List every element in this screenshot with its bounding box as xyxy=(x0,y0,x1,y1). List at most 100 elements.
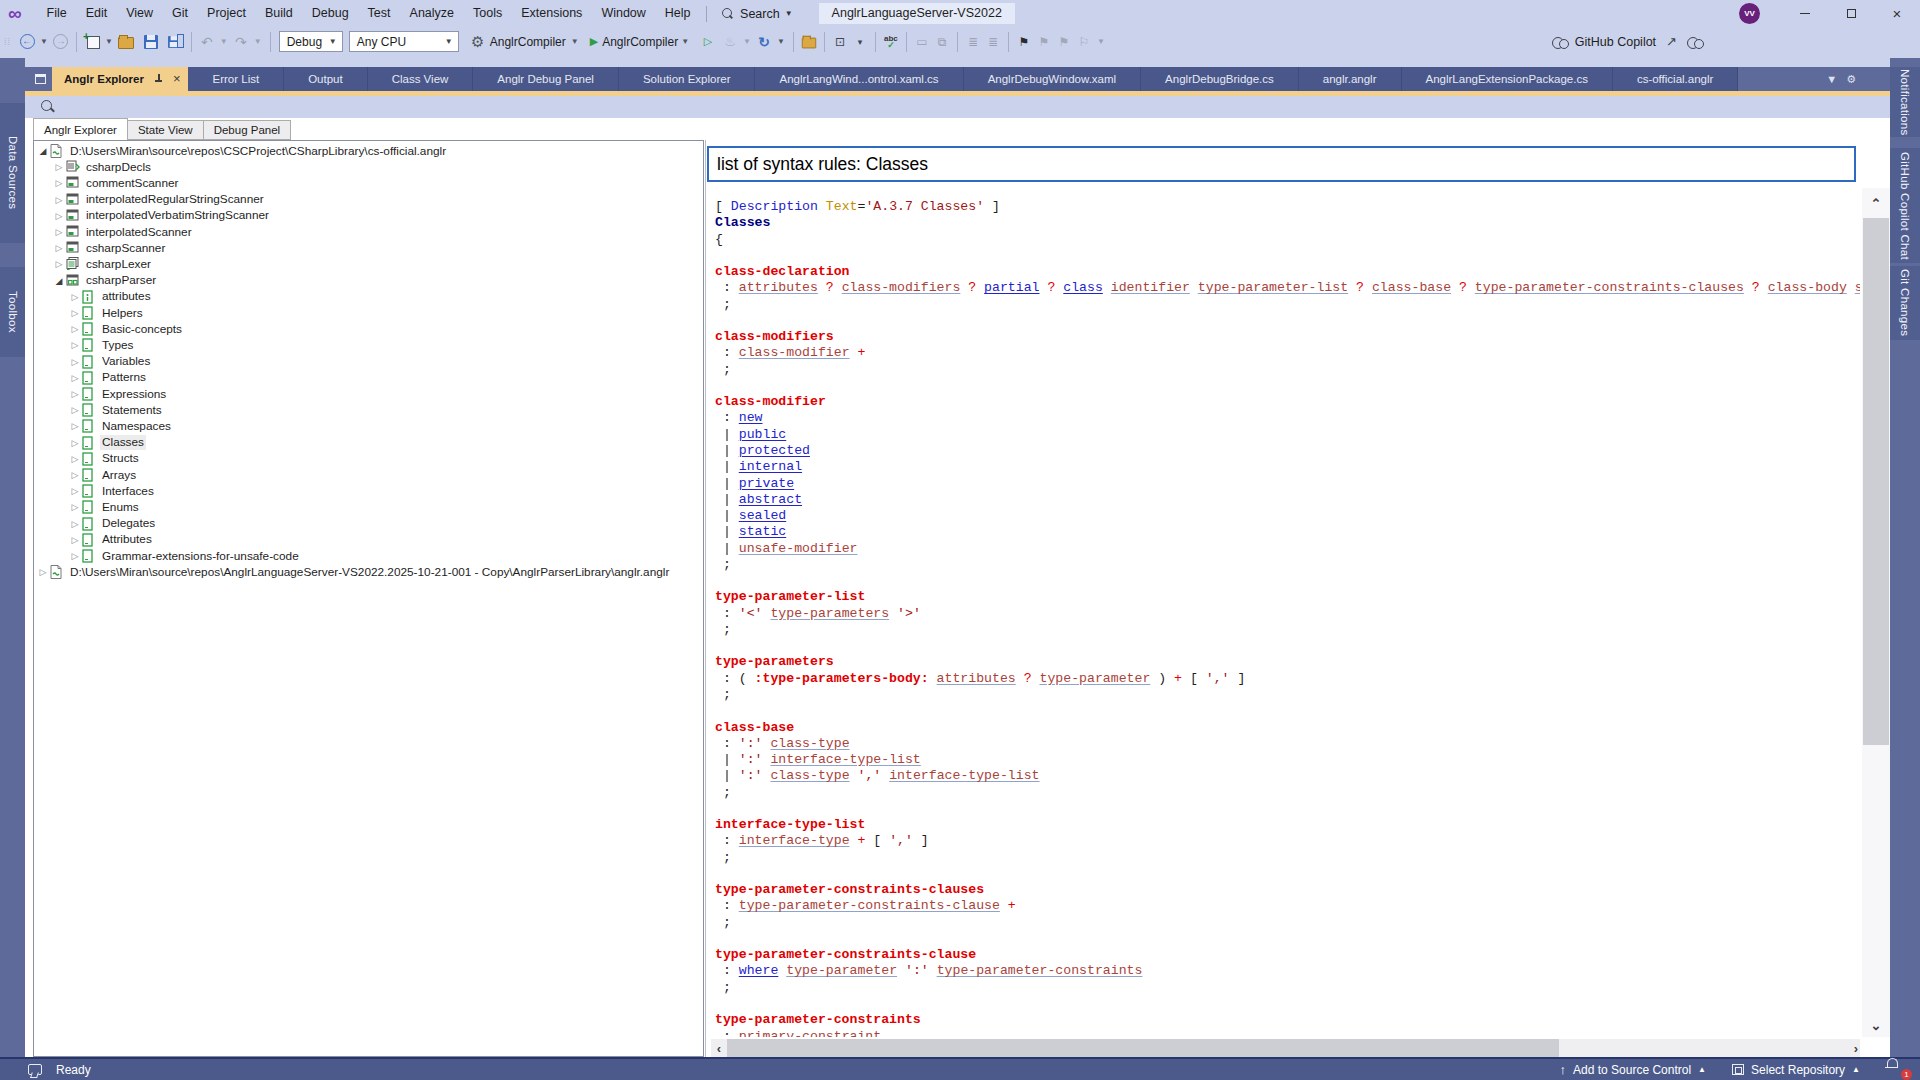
expand-icon[interactable]: ▷ xyxy=(70,502,80,512)
tree-item-csharplexer[interactable]: ▷csharpLexer xyxy=(34,256,703,272)
feedback-icon[interactable] xyxy=(28,1064,42,1075)
uncomment-button[interactable]: ⧉ xyxy=(932,31,952,53)
left-tab-data-sources[interactable]: Data Sources xyxy=(0,103,25,243)
restart-button[interactable]: ↻ xyxy=(754,31,774,53)
tree-item-attributes[interactable]: ▷Attributes xyxy=(34,532,703,548)
expand-icon[interactable]: ▷ xyxy=(70,421,80,431)
menu-debug[interactable]: Debug xyxy=(302,0,358,27)
grammar-link[interactable]: class-type xyxy=(770,768,849,783)
solution-explorer-sync-button[interactable]: ⊡ xyxy=(830,31,850,53)
tree-item-label[interactable]: Structs xyxy=(100,451,141,466)
tree-item-label[interactable]: csharpLexer xyxy=(84,257,153,272)
redo-dropdown[interactable]: ▼ xyxy=(254,37,262,46)
hot-reload-button[interactable]: ♨ xyxy=(720,31,740,53)
close-tab-icon[interactable]: × xyxy=(173,67,181,91)
tree-item-basic-concepts[interactable]: ▷Basic-concepts xyxy=(34,321,703,337)
tree-item-structs[interactable]: ▷ Structs xyxy=(34,451,703,467)
tree-item-interpolatedregularstringscanner[interactable]: ▷interpolatedRegularStringScanner xyxy=(34,192,703,208)
tree-item-label[interactable]: interpolatedScanner xyxy=(84,225,194,240)
grammar-link[interactable]: type-parameters xyxy=(770,606,889,621)
expand-icon[interactable]: ▷ xyxy=(54,243,64,253)
grammar-link[interactable]: type-parameter-constraints-clauses xyxy=(1475,280,1744,295)
grammar-link[interactable]: type-parameter xyxy=(786,963,897,978)
tree-item-d-users-miran-source-repos-cscproject-cs[interactable]: ◢D:\Users\Miran\source\repos\CSCProject\… xyxy=(34,143,703,159)
tabstrip-settings-icon[interactable]: ⚙ xyxy=(1846,73,1856,86)
grammar-link[interactable]: private xyxy=(739,476,794,491)
tree-item-label[interactable]: csharpParser xyxy=(84,273,158,288)
solution-configuration-combobox[interactable]: Debug▼ xyxy=(279,31,343,52)
menu-analyze[interactable]: Analyze xyxy=(400,0,463,27)
spell-check-button[interactable]: abc✓ xyxy=(881,31,901,53)
syntax-rules-content[interactable]: [ Description Text='A.3.7 Classes' ]Clas… xyxy=(715,188,1860,1037)
grammar-link[interactable]: interface-type-list xyxy=(770,752,920,767)
tree-item-types[interactable]: ▷Types xyxy=(34,337,703,353)
grammar-link[interactable]: type-parameter-constraints-clause xyxy=(739,898,1000,913)
doc-tab-anglrlangextensionpackage-cs[interactable]: AnglrLangExtensionPackage.cs xyxy=(1402,67,1613,91)
grammar-link[interactable]: s xyxy=(1855,280,1860,295)
doc-tab-anglr-debug-panel[interactable]: Anglr Debug Panel xyxy=(473,67,619,91)
menu-build[interactable]: Build xyxy=(255,0,302,27)
tree-item-label[interactable]: Delegates xyxy=(100,516,157,531)
doc-tab-output[interactable]: Output xyxy=(284,67,368,91)
grammar-link[interactable]: interface-type-list xyxy=(889,768,1039,783)
tree-item-label[interactable]: Patterns xyxy=(100,370,148,385)
restart-dropdown[interactable]: ▼ xyxy=(777,37,785,46)
doc-tab-anglrlangwind-ontrol-xaml-cs[interactable]: AnglrLangWind...ontrol.xaml.cs xyxy=(755,67,963,91)
expand-icon[interactable]: ▷ xyxy=(70,340,80,350)
scroll-right-arrow[interactable]: › xyxy=(1854,1041,1858,1056)
panel-tab-state-view[interactable]: State View xyxy=(128,120,204,140)
close-button[interactable]: × xyxy=(1874,0,1920,27)
menu-git[interactable]: Git xyxy=(163,0,198,27)
solution-platform-combobox[interactable]: Any CPU▼ xyxy=(349,31,459,52)
redo-button[interactable]: ↷ xyxy=(231,31,251,53)
new-project-button[interactable] xyxy=(82,31,102,53)
tree-item-label[interactable]: csharpDecls xyxy=(84,160,153,175)
menu-edit[interactable]: Edit xyxy=(76,0,117,27)
new-project-dropdown[interactable]: ▼ xyxy=(105,37,113,46)
tree-item-helpers[interactable]: ▷Helpers xyxy=(34,305,703,321)
scroll-left-arrow[interactable]: ‹ xyxy=(711,1041,727,1056)
grammar-link[interactable]: sealed xyxy=(739,508,786,523)
find-in-files-button[interactable] xyxy=(799,31,819,53)
doc-tab-solution-explorer[interactable]: Solution Explorer xyxy=(619,67,756,91)
scroll-up-arrow[interactable]: ⌃ xyxy=(1862,196,1890,211)
toggle-bookmark-button[interactable]: ⚑ xyxy=(1014,31,1034,53)
decrease-indent-button[interactable]: ≣ xyxy=(963,31,983,53)
tree-item-patterns[interactable]: ▷ Patterns xyxy=(34,370,703,386)
expand-icon[interactable]: ▷ xyxy=(54,211,64,221)
tree-item-label[interactable]: Statements xyxy=(100,403,164,418)
vertical-scroll-thumb[interactable] xyxy=(1863,218,1889,745)
tree-item-classes[interactable]: ▷Classes xyxy=(34,435,703,451)
expand-icon[interactable]: ▷ xyxy=(70,535,80,545)
toolbar-overflow-1[interactable]: ▾ xyxy=(850,31,870,53)
clear-bookmarks-button[interactable]: ⚐ xyxy=(1074,31,1094,53)
document-list-icon[interactable]: ▼ xyxy=(1826,73,1837,85)
expand-icon[interactable]: ▷ xyxy=(54,178,64,188)
expand-icon[interactable]: ▷ xyxy=(70,373,80,383)
expand-icon[interactable]: ▷ xyxy=(54,227,64,237)
tree-item-label[interactable]: D:\Users\Miran\source\repos\AnglrLanguag… xyxy=(68,565,671,580)
select-repository-button[interactable]: Select Repository▲ xyxy=(1732,1063,1860,1077)
maximize-button[interactable] xyxy=(1828,0,1874,27)
tree-item-csharpparser[interactable]: ◢csharpParser xyxy=(34,273,703,289)
comment-button[interactable]: ▭ xyxy=(912,31,932,53)
grammar-link[interactable]: class-modifier xyxy=(739,345,850,360)
tree-item-enums[interactable]: ▷Enums xyxy=(34,499,703,515)
grammar-link[interactable]: type-parameter-list xyxy=(1198,280,1348,295)
start-without-debug-button[interactable]: ▷ xyxy=(700,31,720,53)
grammar-link[interactable]: identifier xyxy=(1111,280,1190,295)
doc-tab-anglr-anglr[interactable]: anglr.anglr xyxy=(1299,67,1402,91)
grammar-link[interactable]: class-base xyxy=(1372,280,1451,295)
tree-item-interpolatedscanner[interactable]: ▷ interpolatedScanner xyxy=(34,224,703,240)
grammar-link[interactable]: unsafe-modifier xyxy=(739,541,858,556)
search-menu[interactable]: Search ▼ xyxy=(713,7,801,21)
tree-item-d-users-miran-source-repos-anglrlanguage[interactable]: ▷D:\Users\Miran\source\repos\AnglrLangua… xyxy=(34,564,703,580)
doc-tab-anglrdebugwindow-xaml[interactable]: AnglrDebugWindow.xaml xyxy=(964,67,1141,91)
tree-item-csharpscanner[interactable]: ▷csharpScanner xyxy=(34,240,703,256)
tree-item-arrays[interactable]: ▷Arrays xyxy=(34,467,703,483)
panel-tab-debug-panel[interactable]: Debug Panel xyxy=(204,120,292,140)
collapse-icon[interactable]: ◢ xyxy=(38,146,48,156)
expand-icon[interactable]: ▷ xyxy=(70,324,80,334)
expand-icon[interactable]: ▷ xyxy=(70,438,80,448)
expand-icon[interactable]: ▷ xyxy=(70,454,80,464)
